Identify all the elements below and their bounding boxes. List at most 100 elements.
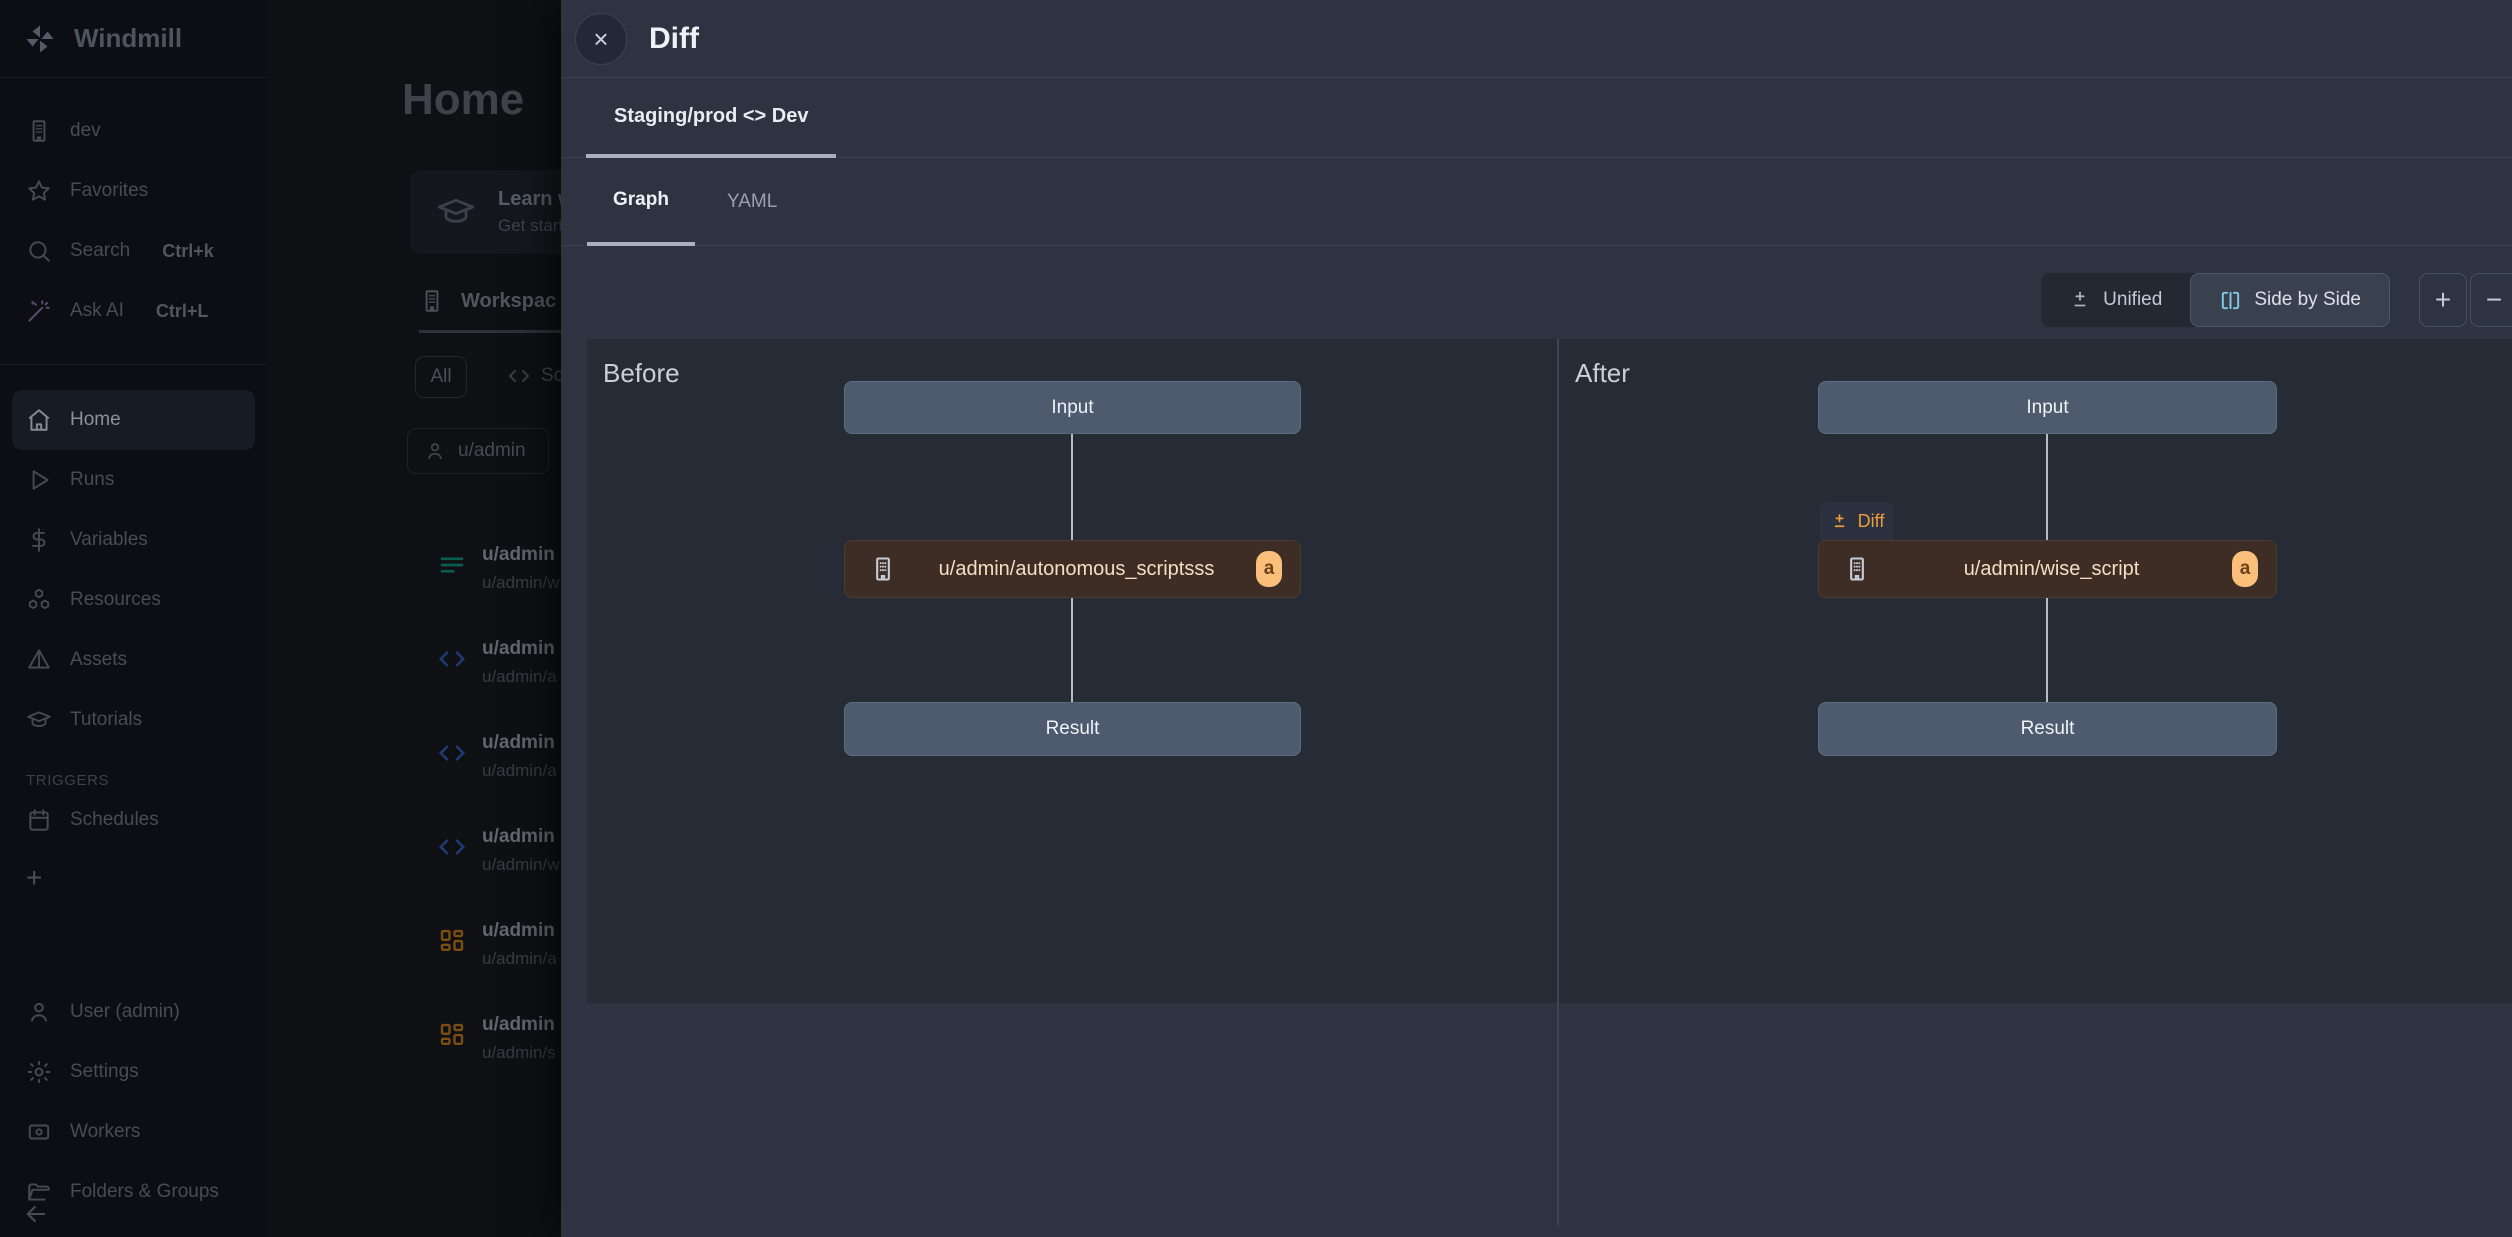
compare-tab-bar: Staging/prod <> Dev <box>561 78 2512 158</box>
zoom-in-button[interactable]: + <box>2419 273 2467 327</box>
language-badge: a <box>2232 551 2258 587</box>
filter-all-label: All <box>430 366 451 388</box>
edge-connector <box>1071 598 1073 702</box>
boxes-icon <box>26 587 52 613</box>
sidebar-item-label: Home <box>70 409 121 431</box>
unified-button[interactable]: Unified <box>2041 273 2190 327</box>
brand[interactable]: Windmill <box>0 0 267 78</box>
search-shortcut: Ctrl+k <box>162 241 214 262</box>
after-pane-label: After <box>1575 358 1630 389</box>
sidebar-add-button[interactable]: + <box>0 848 267 908</box>
drawer-header: × Diff <box>561 0 2512 78</box>
compare-tab-label: Staging/prod <> Dev <box>614 105 808 128</box>
sidebar-item-label: Schedules <box>70 809 159 831</box>
tab-graph[interactable]: Graph <box>587 158 695 246</box>
after-result-node[interactable]: Result <box>1818 702 2277 756</box>
zoom-out-button[interactable]: − <box>2470 273 2512 327</box>
sidebar-item-workers[interactable]: Workers <box>0 1102 267 1162</box>
grid-icon <box>437 1020 467 1050</box>
tab-yaml[interactable]: YAML <box>701 158 803 246</box>
sidebar-item-tutorials[interactable]: Tutorials <box>0 690 267 750</box>
before-input-node[interactable]: Input <box>844 381 1301 434</box>
before-script-node[interactable]: u/admin/autonomous_scriptsss a <box>844 540 1301 598</box>
building-icon <box>419 288 445 314</box>
windmill-logo-icon <box>22 21 58 57</box>
node-diff-badge-label: Diff <box>1858 511 1885 532</box>
filter-all-button[interactable]: All <box>415 356 467 398</box>
view-mode-toggle: Unified Side by Side <box>2041 273 2390 327</box>
code-icon <box>437 832 467 862</box>
after-script-node[interactable]: u/admin/wise_script a <box>1818 540 2277 598</box>
sidebar-item-user[interactable]: User (admin) <box>0 982 267 1042</box>
before-result-node[interactable]: Result <box>844 702 1301 756</box>
close-button[interactable]: × <box>575 13 627 65</box>
sidebar-divider <box>0 364 267 365</box>
diff-graph-panel <box>587 339 2512 1003</box>
item-path: u/admin/w <box>482 573 559 593</box>
wand-icon <box>26 298 52 324</box>
building-icon <box>1843 555 1871 583</box>
sidebar-item-favorites[interactable]: Favorites <box>0 161 267 221</box>
columns-icon <box>2219 289 2242 312</box>
sidebar-item-workspace[interactable]: dev <box>0 101 267 161</box>
sidebar-item-label: Ask AI <box>70 300 124 322</box>
tab-workspace[interactable]: Workspac <box>419 288 556 314</box>
code-icon <box>437 644 467 674</box>
sidebar-item-ask-ai[interactable]: Ask AI Ctrl+L <box>0 281 267 341</box>
collapse-sidebar-icon[interactable] <box>22 1200 50 1228</box>
item-path: u/admin/a <box>482 949 557 969</box>
sidebar: Windmill dev Favorites Search Ctrl+ <box>0 0 267 1237</box>
pyramid-icon <box>26 647 52 673</box>
sidebar-item-label: Assets <box>70 649 127 671</box>
edge-connector <box>2046 598 2048 702</box>
sidebar-item-label: Resources <box>70 589 161 611</box>
workers-icon <box>26 1119 52 1145</box>
unified-label: Unified <box>2103 289 2162 311</box>
brand-label: Windmill <box>74 23 182 54</box>
grid-icon <box>437 926 467 956</box>
ask-ai-shortcut: Ctrl+L <box>156 301 209 322</box>
diff-icon <box>1830 512 1849 531</box>
sidebar-item-search[interactable]: Search Ctrl+k <box>0 221 267 281</box>
sidebar-nav-top: dev Favorites Search Ctrl+k Ask AI <box>0 101 267 341</box>
page-title: Home <box>402 75 524 125</box>
graduation-cap-icon <box>26 707 52 733</box>
side-by-side-label: Side by Side <box>2254 289 2361 311</box>
sidebar-item-settings[interactable]: Settings <box>0 1042 267 1102</box>
sidebar-item-label: Workers <box>70 1121 140 1143</box>
script-path-label: u/admin/wise_script <box>1871 558 2232 581</box>
edge-connector <box>1071 434 1073 540</box>
view-tab-bar: Graph YAML <box>561 158 2512 246</box>
diff-icon <box>2069 289 2091 311</box>
code-icon <box>437 738 467 768</box>
sidebar-item-resources[interactable]: Resources <box>0 570 267 630</box>
filter-scripts[interactable]: Sc <box>507 364 563 388</box>
sidebar-item-schedules[interactable]: Schedules <box>0 790 267 850</box>
after-input-node[interactable]: Input <box>1818 381 2277 434</box>
tab-graph-label: Graph <box>613 189 669 211</box>
result-node-label: Result <box>1046 718 1100 740</box>
owner-filter-pill[interactable]: u/admin <box>407 428 549 474</box>
drawer-title: Diff <box>649 22 699 56</box>
input-node-label: Input <box>2026 397 2068 419</box>
before-pane-label: Before <box>603 358 680 389</box>
sidebar-item-home[interactable]: Home <box>12 390 255 450</box>
sidebar-item-label: Favorites <box>70 180 148 202</box>
tab-staging-prod-dev[interactable]: Staging/prod <> Dev <box>586 78 836 158</box>
side-by-side-button[interactable]: Side by Side <box>2190 273 2390 327</box>
diff-toolbar: Unified Side by Side + − <box>561 273 2512 327</box>
input-node-label: Input <box>1051 397 1093 419</box>
close-icon: × <box>593 26 608 52</box>
item-title: u/admin <box>482 920 557 942</box>
sidebar-item-variables[interactable]: Variables <box>0 510 267 570</box>
sidebar-item-assets[interactable]: Assets <box>0 630 267 690</box>
script-path-label: u/admin/autonomous_scriptsss <box>897 558 1256 581</box>
node-diff-badge[interactable]: Diff <box>1820 502 1894 540</box>
sidebar-item-runs[interactable]: Runs <box>0 450 267 510</box>
search-icon <box>26 238 52 264</box>
triggers-heading: TRIGGERS <box>26 772 109 789</box>
sidebar-item-label: dev <box>70 120 101 142</box>
owner-filter-label: u/admin <box>458 440 526 462</box>
flow-icon <box>437 550 467 580</box>
tab-workspace-label: Workspac <box>461 290 556 313</box>
